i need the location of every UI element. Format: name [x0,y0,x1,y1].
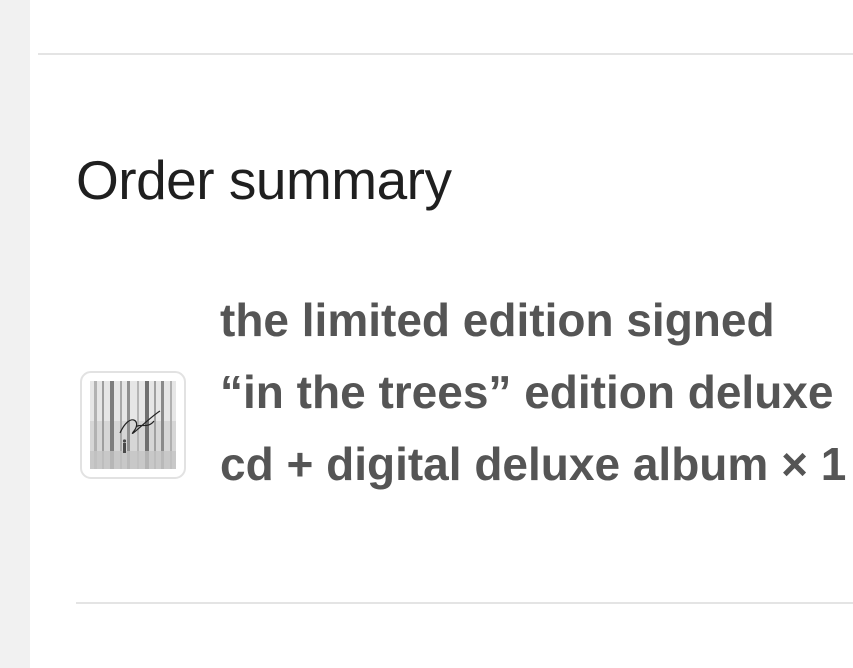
top-divider [38,53,853,55]
page-gutter [0,0,30,668]
item-title: the limited edition signed “in the trees… [220,294,847,490]
order-summary-heading: Order summary [76,149,452,211]
order-summary-panel: Order summary the limited edition signed… [30,0,853,668]
bottom-divider [76,602,853,604]
album-cover-image [90,381,176,469]
product-thumbnail [80,371,186,479]
order-line-item: the limited edition signed “in the trees… [78,284,853,574]
